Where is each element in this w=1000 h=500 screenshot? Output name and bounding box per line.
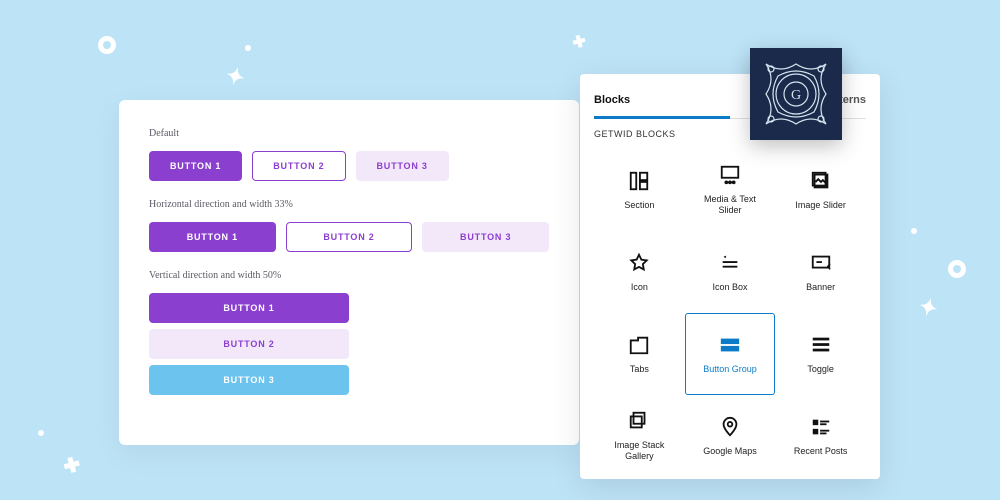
block-icon-box[interactable]: Icon Box (685, 231, 776, 313)
button-3[interactable]: BUTTON 3 (356, 151, 449, 181)
block-label: Toggle (807, 364, 834, 375)
button-2[interactable]: BUTTON 2 (149, 329, 349, 359)
button-2[interactable]: BUTTON 2 (252, 151, 345, 181)
button-3[interactable]: BUTTON 3 (422, 222, 549, 252)
banner-icon (810, 252, 832, 274)
icon-box-icon (719, 252, 741, 274)
section-label-horizontal: Horizontal direction and width 33% (149, 199, 549, 210)
block-label: Button Group (703, 364, 757, 375)
button-group-icon (719, 334, 741, 356)
block-label: Tabs (630, 364, 649, 375)
block-label: Image Stack Gallery (604, 440, 674, 462)
block-label: Icon (631, 282, 648, 293)
deco-dot (38, 430, 44, 436)
block-toggle[interactable]: Toggle (775, 313, 866, 395)
map-pin-icon (719, 416, 741, 438)
block-image-stack-gallery[interactable]: Image Stack Gallery (594, 395, 685, 477)
image-stack-icon (628, 410, 650, 432)
button-1[interactable]: BUTTON 1 (149, 293, 349, 323)
svg-text:G: G (791, 88, 801, 103)
section-icon (628, 170, 650, 192)
button-3[interactable]: BUTTON 3 (149, 365, 349, 395)
tab-blocks[interactable]: Blocks (594, 84, 730, 119)
block-button-group[interactable]: Button Group (685, 313, 776, 395)
media-text-slider-icon (719, 164, 741, 186)
block-media-text-slider[interactable]: Media & Text Slider (685, 149, 776, 231)
block-label: Banner (806, 282, 835, 293)
toggle-icon (810, 334, 832, 356)
block-label: Google Maps (703, 446, 757, 457)
deco-dot (911, 228, 917, 234)
block-google-maps[interactable]: Google Maps (685, 395, 776, 477)
block-banner[interactable]: Banner (775, 231, 866, 313)
button-2[interactable]: BUTTON 2 (286, 222, 413, 252)
block-label: Section (624, 200, 654, 211)
block-image-slider[interactable]: Image Slider (775, 149, 866, 231)
block-tabs[interactable]: Tabs (594, 313, 685, 395)
recent-posts-icon (810, 416, 832, 438)
deco-cross: ✖ (58, 450, 85, 480)
block-section[interactable]: Section (594, 149, 685, 231)
getwid-logo-icon: G (756, 54, 836, 134)
deco-circle (98, 36, 116, 54)
editor-preview-panel: Default BUTTON 1 BUTTON 2 BUTTON 3 Horiz… (119, 100, 579, 445)
block-grid: Section Media & Text Slider Image Slider… (594, 149, 866, 477)
block-label: Recent Posts (794, 446, 848, 457)
block-label: Media & Text Slider (695, 194, 765, 216)
button-row-default: BUTTON 1 BUTTON 2 BUTTON 3 (149, 151, 549, 181)
section-label-vertical: Vertical direction and width 50% (149, 270, 549, 281)
star-icon (628, 252, 650, 274)
button-1[interactable]: BUTTON 1 (149, 151, 242, 181)
block-label: Image Slider (795, 200, 846, 211)
button-row-horizontal: BUTTON 1 BUTTON 2 BUTTON 3 (149, 222, 549, 252)
button-col-vertical: BUTTON 1 BUTTON 2 BUTTON 3 (149, 293, 349, 395)
section-label-default: Default (149, 128, 549, 139)
deco-circle (948, 260, 966, 278)
image-slider-icon (810, 170, 832, 192)
deco-cross: ✖ (568, 30, 590, 54)
block-label: Icon Box (712, 282, 747, 293)
button-1[interactable]: BUTTON 1 (149, 222, 276, 252)
getwid-brand-badge: G (750, 48, 842, 140)
deco-dot (245, 45, 251, 51)
block-icon[interactable]: Icon (594, 231, 685, 313)
deco-plus: ✦ (223, 62, 248, 92)
block-recent-posts[interactable]: Recent Posts (775, 395, 866, 477)
tabs-icon (628, 334, 650, 356)
deco-plus: ✦ (916, 293, 941, 323)
